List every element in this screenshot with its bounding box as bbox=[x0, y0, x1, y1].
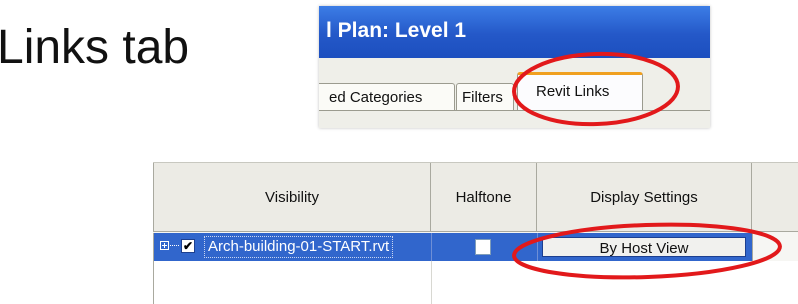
empty-table-area bbox=[153, 261, 798, 304]
link-file-name: Arch-building-01-START.rvt bbox=[203, 236, 394, 258]
cell-display-settings: By Host View bbox=[537, 233, 753, 261]
column-header-display-settings[interactable]: Display Settings bbox=[537, 163, 752, 232]
cell-extra bbox=[752, 233, 798, 261]
tab-revit-links[interactable]: Revit Links bbox=[517, 72, 643, 111]
tree-connector bbox=[170, 245, 179, 246]
cell-visibility: ✔ Arch-building-01-START.rvt bbox=[153, 233, 431, 261]
tab-annotation-categories[interactable]: ed Categories bbox=[319, 83, 455, 110]
dialog-title-bar: l Plan: Level 1 bbox=[319, 6, 710, 58]
column-header-halftone[interactable]: Halftone bbox=[431, 163, 537, 232]
visibility-checkbox[interactable]: ✔ bbox=[181, 239, 195, 253]
slide-heading: Links tab bbox=[0, 21, 190, 74]
column-header-extra bbox=[752, 163, 798, 232]
tab-filters[interactable]: Filters bbox=[456, 83, 514, 110]
column-divider bbox=[431, 261, 432, 304]
expand-icon[interactable] bbox=[160, 241, 169, 250]
column-header-visibility[interactable]: Visibility bbox=[153, 163, 431, 232]
display-settings-button[interactable]: By Host View bbox=[542, 237, 746, 257]
dialog-title: l Plan: Level 1 bbox=[326, 19, 467, 42]
cell-halftone bbox=[431, 233, 538, 261]
table-row[interactable]: ✔ Arch-building-01-START.rvt By Host Vie… bbox=[153, 233, 798, 261]
halftone-checkbox[interactable] bbox=[475, 239, 491, 255]
revit-links-table: Visibility Halftone Display Settings ✔ A… bbox=[153, 162, 798, 304]
tab-strip-line bbox=[319, 110, 710, 111]
visibility-graphics-dialog: l Plan: Level 1 ed Categories Filters Re… bbox=[319, 6, 710, 128]
